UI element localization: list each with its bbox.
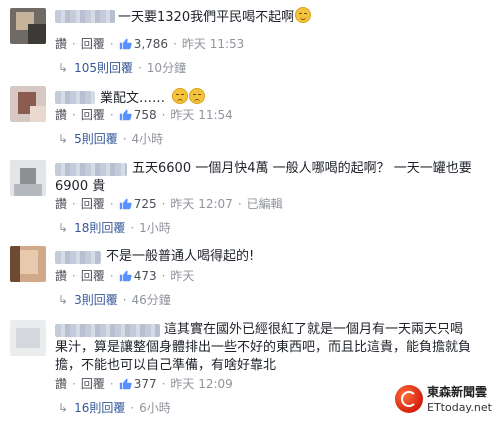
watermark-subtitle: ETtoday.net — [427, 401, 492, 414]
separator: · — [161, 108, 166, 122]
commenter-name[interactable] — [55, 163, 127, 176]
comment-meta: 讚 · 回覆 · 758 · 昨天 11:54 — [55, 107, 233, 123]
reply-count[interactable]: 3則回覆 — [74, 293, 118, 307]
thumbs-up-icon — [119, 378, 132, 390]
separator: · — [72, 37, 76, 51]
timestamp[interactable]: 昨天 11:53 — [182, 37, 244, 51]
separator: · — [130, 221, 135, 235]
comment-meta: 讚 · 回覆 · 473 · 昨天 — [55, 268, 194, 284]
separator: · — [109, 197, 114, 211]
separator: · — [72, 377, 76, 391]
like-count[interactable]: 725 — [134, 197, 157, 211]
reply-arrow-icon: ↳ — [58, 61, 69, 75]
timestamp[interactable]: 昨天 12:07 — [170, 197, 232, 211]
timestamp[interactable]: 昨天 11:54 — [170, 108, 232, 122]
view-replies-link[interactable]: ↳ 18則回覆 · 1小時 — [58, 220, 171, 236]
thumbs-up-icon — [119, 198, 132, 210]
like-button[interactable]: 讚 — [55, 197, 67, 211]
thumbs-up-icon — [119, 38, 132, 50]
like-count[interactable]: 758 — [134, 108, 157, 122]
reply-time: 1小時 — [139, 221, 171, 235]
comment-meta: 讚 · 回覆 · 377 · 昨天 12:09 — [55, 376, 233, 392]
reply-time: 6小時 — [139, 401, 171, 415]
comment-text: 不是一般普通人喝得起的! — [106, 249, 255, 264]
watermark-title: 東森新聞雲 — [427, 385, 488, 399]
thumbs-up-icon — [119, 270, 132, 282]
like-count[interactable]: 473 — [134, 269, 157, 283]
separator: · — [237, 197, 242, 211]
like-count[interactable]: 3,786 — [134, 37, 168, 51]
like-button[interactable]: 讚 — [55, 377, 67, 391]
commenter-name[interactable] — [55, 251, 101, 264]
separator: · — [109, 108, 114, 122]
comment-text-line-2: 6900 貴 — [55, 179, 106, 194]
view-replies-link[interactable]: ↳ 105則回覆 · 10分鐘 — [58, 60, 186, 76]
reply-arrow-icon: ↳ — [58, 132, 69, 146]
separator: · — [161, 269, 166, 283]
comment-meta: 讚 · 回覆 · 3,786 · 昨天 11:53 — [55, 36, 244, 52]
reply-arrow-icon: ↳ — [58, 221, 69, 235]
reply-count[interactable]: 18則回覆 — [74, 221, 125, 235]
edited-label[interactable]: 已編輯 — [247, 197, 283, 211]
pensive-face-emoji-icon — [189, 88, 206, 104]
grinning-sweat-emoji-icon — [295, 7, 312, 23]
avatar[interactable] — [10, 246, 46, 282]
ettoday-logo-icon — [395, 385, 423, 413]
separator: · — [122, 293, 127, 307]
avatar[interactable] — [10, 160, 46, 196]
view-replies-link[interactable]: ↳ 3則回覆 · 46分鐘 — [58, 292, 171, 308]
commenter-name[interactable] — [55, 91, 95, 104]
comment-text: 五天6600 一個月快4萬 一般人哪喝的起啊？ 一天一罐也要 — [132, 160, 472, 178]
timestamp[interactable]: 昨天 — [170, 269, 194, 283]
reply-time: 46分鐘 — [131, 293, 171, 307]
reply-count[interactable]: 16則回覆 — [74, 401, 125, 415]
separator: · — [72, 197, 76, 211]
comment-text: 一天要1320我們平民喝不起啊 — [118, 7, 312, 27]
separator: · — [122, 132, 127, 146]
reply-button[interactable]: 回覆 — [81, 108, 105, 122]
like-button[interactable]: 讚 — [55, 37, 67, 51]
thumbs-up-icon — [119, 109, 132, 121]
comment-text-line: 五天6600 一個月快4萬 一般人哪喝的起啊？ 一天一罐也要 — [132, 161, 472, 176]
like-count[interactable]: 377 — [134, 377, 157, 391]
comment-text-line-2: 果汁，算是讓整個身體排出一些不好的東西吧，而且比這貴，能負擔就負 — [55, 340, 472, 355]
comment-meta: 讚 · 回覆 · 725 · 昨天 12:07 · 已編輯 — [55, 196, 283, 212]
reply-button[interactable]: 回覆 — [81, 377, 105, 391]
timestamp[interactable]: 昨天 12:09 — [170, 377, 232, 391]
separator: · — [109, 269, 114, 283]
like-button[interactable]: 讚 — [55, 269, 67, 283]
commenter-name[interactable] — [55, 10, 115, 23]
avatar[interactable] — [10, 8, 46, 44]
separator: · — [161, 197, 166, 211]
reply-button[interactable]: 回覆 — [81, 37, 105, 51]
reply-count[interactable]: 105則回覆 — [74, 61, 133, 75]
view-replies-link[interactable]: ↳ 16則回覆 · 6小時 — [58, 400, 171, 416]
reply-time: 10分鐘 — [146, 61, 187, 75]
avatar[interactable] — [10, 320, 46, 356]
avatar[interactable] — [10, 86, 46, 122]
separator: · — [109, 37, 114, 51]
separator: · — [109, 377, 114, 391]
reply-arrow-icon: ↳ — [58, 293, 69, 307]
reply-arrow-icon: ↳ — [58, 401, 69, 415]
separator: · — [72, 269, 76, 283]
ettoday-watermark: 東森新聞雲 ETtoday.net — [395, 381, 492, 421]
view-replies-link[interactable]: ↳ 5則回覆 · 4小時 — [58, 131, 163, 147]
reply-time: 4小時 — [131, 132, 164, 146]
reply-count[interactable]: 5則回覆 — [74, 132, 118, 146]
separator: · — [161, 377, 166, 391]
comment-text-line-3: 擔，不能也可以自己準備，有啥好靠北 — [55, 358, 277, 373]
commenter-name[interactable] — [55, 324, 160, 337]
separator: · — [173, 37, 177, 51]
reply-button[interactable]: 回覆 — [81, 269, 105, 283]
comment-text: 這其實在國外已經很紅了就是一個月有一天兩天只喝 — [164, 322, 464, 337]
separator: · — [137, 61, 142, 75]
like-button[interactable]: 讚 — [55, 108, 67, 122]
pensive-face-emoji-icon — [172, 88, 189, 104]
separator: · — [130, 401, 135, 415]
comment-text: 業配文…… — [100, 88, 206, 108]
separator: · — [72, 108, 76, 122]
reply-button[interactable]: 回覆 — [81, 197, 105, 211]
